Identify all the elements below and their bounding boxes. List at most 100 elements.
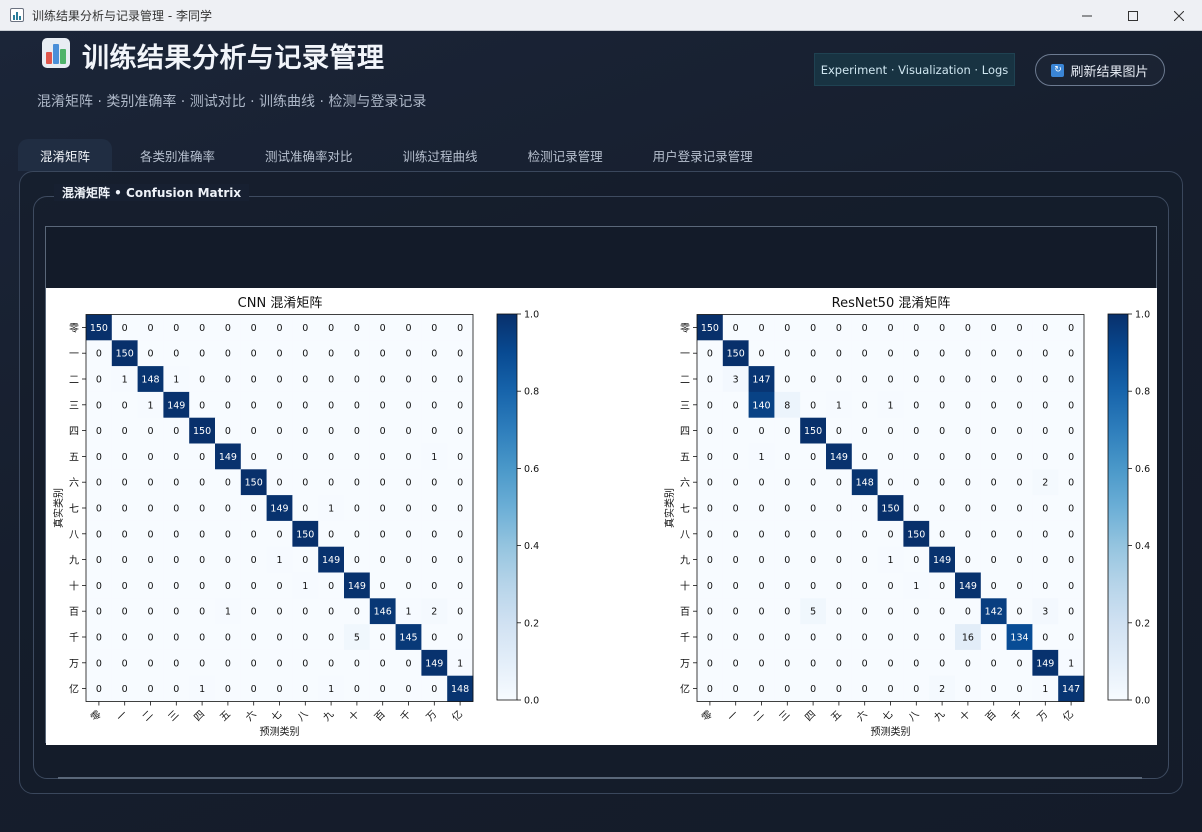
resnet-cell-label: 0 (1016, 349, 1022, 360)
resnet-colorbar-tick-label: 1.0 (1135, 310, 1150, 321)
resnet-cell-label: 0 (707, 478, 713, 489)
cnn-x-tick-label: 四 (192, 709, 207, 724)
resnet-cell-label: 0 (707, 581, 713, 592)
resnet-cell-label: 0 (939, 400, 945, 411)
resnet-cell-label: 0 (862, 581, 868, 592)
cnn-cell-label: 0 (328, 478, 334, 489)
cnn-cell-label: 0 (147, 555, 153, 566)
resnet-cell-label: 149 (933, 555, 951, 566)
resnet-cell-label: 0 (1042, 633, 1048, 644)
cnn-cell-label: 0 (354, 323, 360, 334)
cnn-cell-label: 0 (431, 581, 437, 592)
resnet-cell-label: 0 (991, 555, 997, 566)
resnet-y-tick-label: 万 (680, 659, 690, 670)
cnn-cell-label: 0 (122, 504, 128, 515)
cnn-cell-label: 0 (354, 349, 360, 360)
tab-training-curves[interactable]: 训练过程曲线 (381, 139, 500, 171)
resnet-cell-label: 0 (707, 400, 713, 411)
resnet-cell-label: 0 (836, 529, 842, 540)
cnn-cell-label: 0 (251, 684, 257, 695)
close-button[interactable] (1156, 0, 1202, 31)
resnet-y-tick-label: 三 (680, 401, 690, 412)
resnet-x-tick-label: 一 (726, 709, 741, 724)
resnet-cell-label: 0 (733, 452, 739, 463)
cnn-cell-label: 0 (328, 452, 334, 463)
resnet-cell-label: 0 (1068, 555, 1074, 566)
cnn-cell-label: 0 (173, 323, 179, 334)
cnn-cell-label: 0 (199, 478, 205, 489)
tab-login-records[interactable]: 用户登录记录管理 (631, 139, 775, 171)
cnn-cell-label: 0 (96, 452, 102, 463)
cnn-cell-label: 0 (457, 478, 463, 489)
cnn-cell-label: 0 (147, 529, 153, 540)
page-subtitle: 混淆矩阵 · 类别准确率 · 测试对比 · 训练曲线 · 检测与登录记录 (37, 94, 427, 110)
cnn-cell-label: 1 (276, 555, 282, 566)
resnet-cell-label: 0 (733, 426, 739, 437)
cnn-cell-label: 0 (251, 504, 257, 515)
tab-detection-records[interactable]: 检测记录管理 (506, 139, 625, 171)
cnn-cell-label: 148 (451, 684, 469, 695)
cnn-cell-label: 0 (276, 478, 282, 489)
refresh-button[interactable]: ↻ 刷新结果图片 (1035, 54, 1165, 86)
resnet-y-tick-label: 七 (680, 503, 690, 515)
cnn-cell-label: 0 (225, 633, 231, 644)
resnet-cell-label: 0 (965, 452, 971, 463)
cnn-cell-label: 0 (354, 452, 360, 463)
resnet-cell-label: 0 (991, 633, 997, 644)
resnet-cell-label: 0 (707, 504, 713, 515)
confusion-matrix-figure: CNN 混淆矩阵 150 0 0 0 0 0 0 0 0 0 0 0 0 0 0 0 150 0 0 0 0 0 0 0 0 0 0 0… (46, 288, 1157, 745)
cnn-x-tick-label: 六 (243, 708, 259, 724)
cnn-cell-label: 145 (399, 633, 417, 644)
tab-test-accuracy-compare[interactable]: 测试准确率对比 (243, 139, 375, 171)
tab-class-accuracy[interactable]: 各类别准确率 (118, 139, 237, 171)
resnet-cell-label: 0 (758, 529, 764, 540)
cnn-y-tick-label: 八 (69, 530, 79, 541)
resnet-cell-label: 0 (758, 323, 764, 334)
resnet-x-tick-label: 九 (932, 708, 948, 724)
cnn-cell-label: 0 (122, 684, 128, 695)
cnn-colorbar (496, 313, 518, 701)
resnet-cell-label: 1 (1042, 684, 1048, 695)
tab-confusion-matrix[interactable]: 混淆矩阵 (18, 139, 113, 171)
cnn-cell-label: 0 (354, 555, 360, 566)
cnn-cell-label: 0 (302, 658, 308, 669)
page-title: 训练结果分析与记录管理 (82, 43, 385, 74)
resnet-x-axis-label: 预测类别 (871, 725, 911, 738)
cnn-cell-label: 0 (457, 633, 463, 644)
cnn-cell-label: 1 (173, 375, 179, 386)
cnn-cell-label: 0 (457, 529, 463, 540)
cnn-cell-label: 0 (354, 607, 360, 618)
resnet-cell-label: 0 (707, 607, 713, 618)
resnet-cell-label: 0 (991, 426, 997, 437)
cnn-cell-label: 0 (302, 684, 308, 695)
resnet-cell-label: 0 (733, 581, 739, 592)
resnet-cell-label: 0 (887, 684, 893, 695)
cnn-cell-label: 0 (354, 400, 360, 411)
cnn-cell-label: 0 (405, 375, 411, 386)
resnet-cell-label: 0 (913, 633, 919, 644)
resnet-y-tick-label: 九 (680, 555, 690, 567)
cnn-y-tick-label: 一 (69, 349, 79, 360)
resnet-cell-label: 0 (862, 504, 868, 515)
cnn-cell-label: 0 (96, 349, 102, 360)
resnet-cell-label: 0 (836, 658, 842, 669)
resnet-cell-label: 0 (733, 555, 739, 566)
cnn-y-tick-label: 千 (69, 632, 79, 644)
cnn-cell-label: 148 (141, 375, 159, 386)
scrollbar-track[interactable] (58, 777, 1142, 779)
group-title: 混淆矩阵 • Confusion Matrix (54, 184, 250, 201)
resnet-cell-label: 0 (1068, 323, 1074, 334)
cnn-cell-label: 0 (328, 658, 334, 669)
cnn-cell-label: 0 (302, 633, 308, 644)
resnet-cell-label: 0 (887, 452, 893, 463)
resnet-x-tick-label: 亿 (1060, 707, 1076, 723)
resnet-cell-label: 0 (965, 323, 971, 334)
resnet-cell-label: 0 (965, 504, 971, 515)
cnn-colorbar-tick-label: 0.2 (524, 618, 539, 629)
resnet-cell-label: 0 (810, 400, 816, 411)
resnet-cell-label: 16 (962, 633, 974, 644)
minimize-button[interactable] (1064, 0, 1110, 31)
cnn-cell-label: 1 (199, 684, 205, 695)
resnet-cell-label: 0 (991, 452, 997, 463)
maximize-button[interactable] (1110, 0, 1156, 31)
